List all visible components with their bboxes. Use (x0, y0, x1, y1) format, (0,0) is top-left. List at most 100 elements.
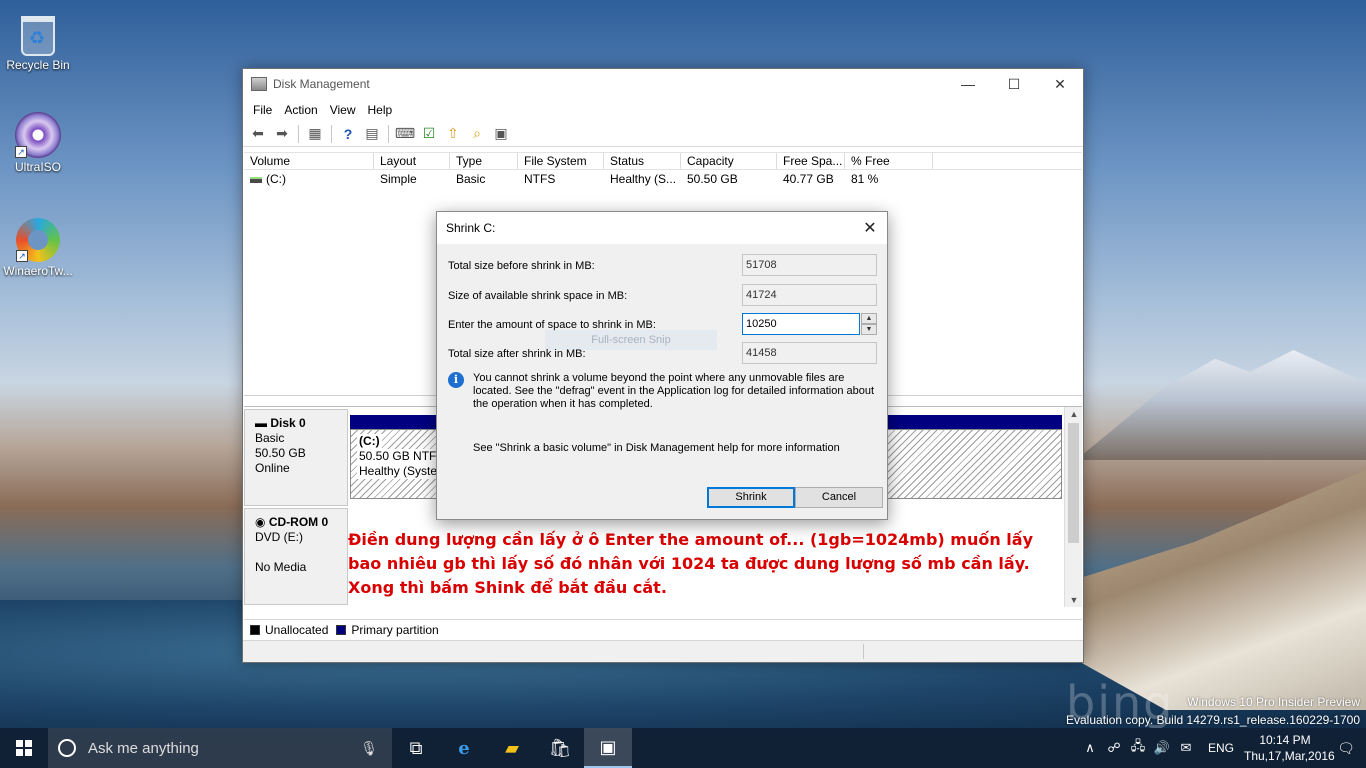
wallpaper-mountain (1076, 350, 1366, 460)
shrink-dialog: Shrink C: ✕ Total size before shrink in … (436, 211, 888, 520)
legend: Unallocated Primary partition (244, 619, 1082, 639)
total-before-value: 51708 (742, 254, 877, 276)
disc-icon: ↗ (15, 112, 61, 158)
clock-date: Thu,17,Mar,2016 (1244, 749, 1335, 763)
cdrom-0-label[interactable]: ◉ CD-ROM 0 DVD (E:) No Media (244, 508, 348, 605)
action-center-icon[interactable]: ✉ (1174, 740, 1198, 756)
stepper-up-icon[interactable]: ▲ (861, 313, 877, 324)
volume-percent-free: 81 % (851, 172, 879, 186)
volume-layout: Simple (380, 172, 417, 186)
cdrom-icon: ◉ (255, 515, 266, 529)
list-view-icon[interactable]: ▣ (490, 124, 512, 144)
disk-0-state: Online (255, 461, 290, 475)
desktop-icon-label: UltraISO (14, 160, 61, 174)
shrink-button[interactable]: Shrink (707, 487, 795, 508)
window-titlebar[interactable]: Disk Management — ☐ ✕ (243, 69, 1083, 99)
column-layout[interactable]: Layout (374, 153, 450, 169)
microphone-icon[interactable]: 🎙 (360, 740, 378, 757)
disk-management-taskbar-icon[interactable]: ▣ (584, 728, 632, 768)
shrink-help-link[interactable]: See "Shrink a basic volume" in Disk Mana… (473, 442, 840, 454)
up-folder-icon[interactable]: ⇧ (442, 124, 464, 144)
dialog-close-icon[interactable]: ✕ (853, 218, 887, 238)
minimize-button[interactable]: — (945, 69, 991, 99)
scroll-up-icon[interactable]: ▲ (1065, 409, 1083, 419)
instruction-annotation: Điền dung lượng cần lấy ở ô Enter the am… (348, 530, 1033, 597)
network-icon[interactable]: 🖧 (1126, 737, 1150, 759)
console-tree-icon[interactable]: ▦ (304, 124, 326, 144)
total-before-label: Total size before shrink in MB: (448, 260, 595, 272)
volume-status: Healthy (S... (610, 172, 677, 186)
desktop-icon-ultraiso[interactable]: ↗ UltraISO (0, 112, 76, 174)
volume-name: (C:) (266, 172, 286, 186)
search-placeholder: Ask me anything (88, 739, 199, 757)
column-file-system[interactable]: File System (518, 153, 604, 169)
wallpaper-cliff (1080, 470, 1366, 710)
scrollbar-thumb[interactable] (1068, 423, 1079, 543)
column-percent-free[interactable]: % Free (845, 153, 933, 169)
task-view-icon[interactable]: ⧉ (392, 728, 440, 768)
column-status[interactable]: Status (604, 153, 681, 169)
language-indicator[interactable]: ENG (1198, 741, 1244, 755)
desktop-icon-winaero[interactable]: ↗ WinaeroTw... (0, 218, 76, 278)
close-button[interactable]: ✕ (1037, 69, 1083, 99)
column-volume[interactable]: Volume (244, 153, 374, 169)
people-icon[interactable]: ☍ (1102, 740, 1126, 756)
available-shrink-label: Size of available shrink space in MB: (448, 290, 628, 302)
shrink-amount-stepper[interactable]: ▲ ▼ (861, 313, 877, 335)
cdrom-0-media: No Media (255, 560, 307, 574)
partition-c-label: (C:) (359, 434, 380, 448)
desktop-icon-recycle-bin[interactable]: Recycle Bin (0, 8, 76, 72)
cortana-search-box[interactable]: Ask me anything 🎙 (48, 728, 392, 768)
partition-c-info: 50.50 GB NTFS (357, 449, 447, 464)
stepper-down-icon[interactable]: ▼ (861, 324, 877, 335)
disk-0-label[interactable]: ▬ Disk 0 Basic 50.50 GB Online (244, 409, 348, 506)
file-explorer-icon[interactable]: ▰ (488, 728, 536, 768)
desktop-icon-label: Recycle Bin (6, 58, 70, 72)
edge-icon[interactable]: e (440, 728, 488, 768)
primary-swatch (336, 624, 347, 635)
volume-icon[interactable]: 🔊 (1150, 740, 1174, 756)
check-icon[interactable]: ☑ (418, 124, 440, 144)
disk-0-name: Disk 0 (270, 416, 306, 430)
column-free-space[interactable]: Free Spa... (777, 153, 845, 169)
dialog-titlebar[interactable]: Shrink C: ✕ (437, 212, 887, 244)
help-icon[interactable]: ? (337, 124, 359, 144)
info-icon: i (448, 372, 464, 388)
legend-unallocated: Unallocated (265, 622, 329, 637)
cdrom-0-drive: DVD (E:) (255, 530, 303, 544)
shortcut-arrow-icon: ↗ (15, 146, 27, 158)
volume-icon (250, 176, 262, 183)
menu-file[interactable]: File (247, 103, 278, 117)
search-folder-icon[interactable]: ⌕ (466, 124, 488, 144)
notifications-icon[interactable]: 🗨 (1326, 740, 1366, 757)
volume-capacity: 50.50 GB (687, 172, 738, 186)
snip-overlay: Full-screen Snip (545, 330, 717, 350)
maximize-button[interactable]: ☐ (991, 69, 1037, 99)
table-row[interactable]: (C:) Simple Basic NTFS Healthy (S... 50.… (244, 170, 1082, 188)
menu-view[interactable]: View (324, 103, 362, 117)
toolbar: ⬅ ➡ ▦ ? ▤ ⌨ ☑ ⇧ ⌕ ▣ (243, 121, 1083, 147)
legend-primary: Primary partition (351, 622, 439, 637)
menu-bar: File Action View Help (243, 99, 1083, 121)
cancel-button[interactable]: Cancel (795, 487, 883, 508)
window-title: Disk Management (273, 77, 370, 91)
disk-icon: ▬ (255, 416, 267, 430)
properties-icon[interactable]: ▤ (361, 124, 383, 144)
column-type[interactable]: Type (450, 153, 518, 169)
disk-0-type: Basic (255, 431, 285, 445)
clock[interactable]: 10:14 PM Thu,17,Mar,2016 (1244, 732, 1335, 764)
shrink-amount-input[interactable]: 10250 (742, 313, 860, 335)
connect-icon[interactable]: ⌨ (394, 124, 416, 144)
start-button[interactable] (0, 728, 48, 768)
column-capacity[interactable]: Capacity (681, 153, 777, 169)
menu-help[interactable]: Help (362, 103, 399, 117)
store-icon[interactable]: 🛍 (536, 728, 584, 768)
menu-action[interactable]: Action (278, 103, 323, 117)
recycle-bin-icon (21, 16, 55, 56)
unallocated-swatch (250, 624, 260, 635)
volume-type: Basic (456, 172, 486, 186)
desktop-icon-label: WinaeroTw... (3, 264, 73, 278)
chevron-up-icon[interactable]: ∧ (1078, 740, 1102, 756)
forward-arrow-icon[interactable]: ➡ (271, 124, 293, 144)
back-arrow-icon[interactable]: ⬅ (247, 124, 269, 144)
